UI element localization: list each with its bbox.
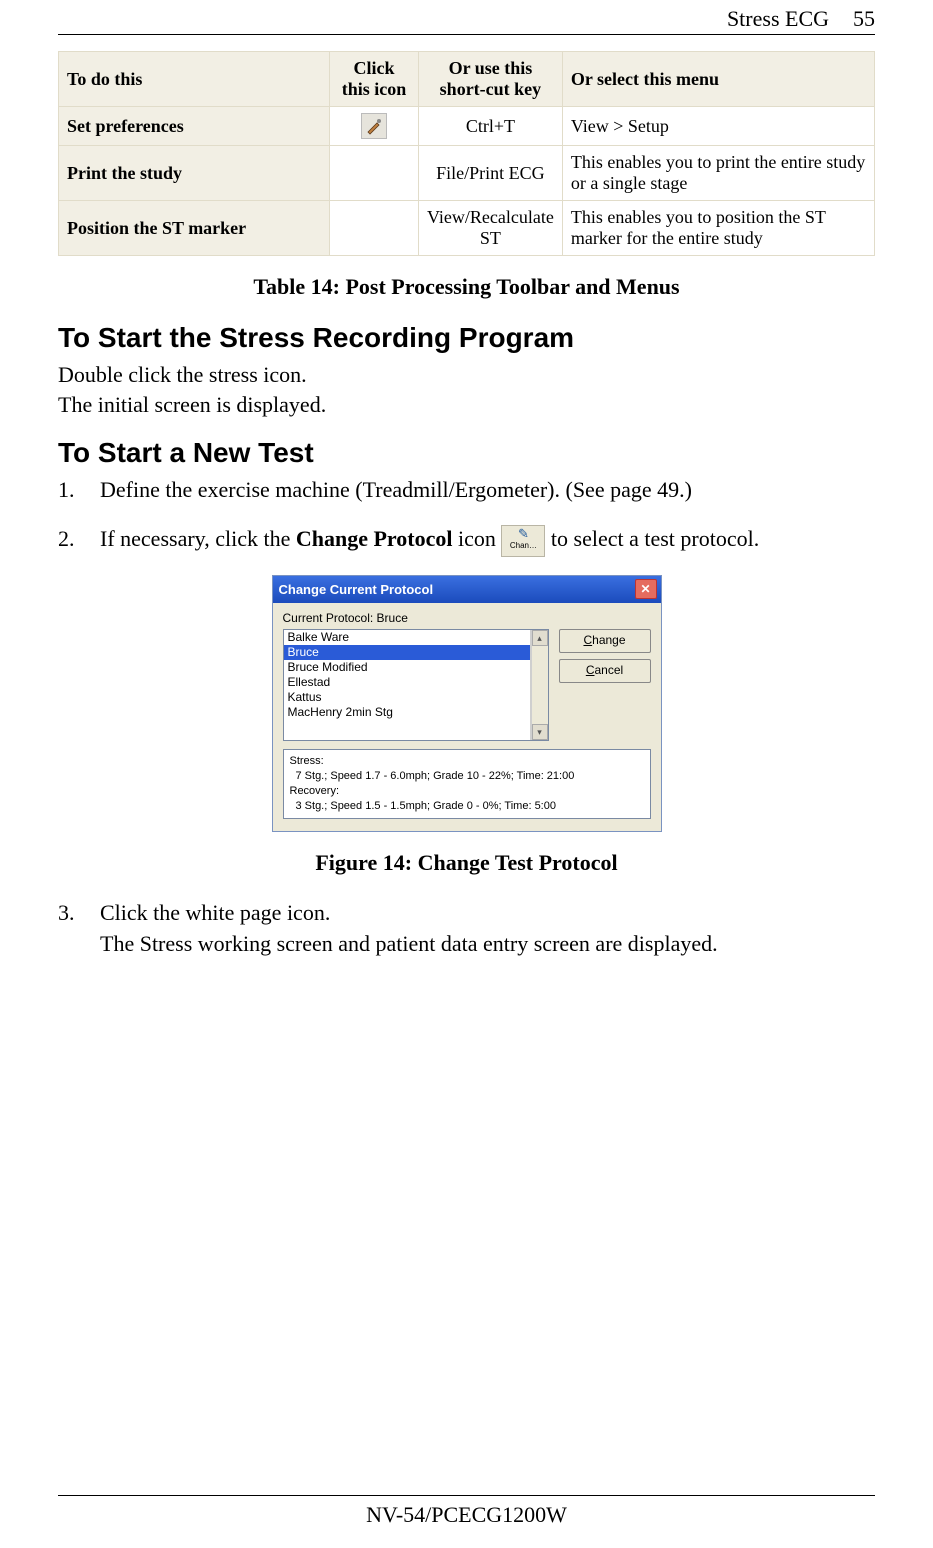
close-icon[interactable]: ✕: [635, 579, 657, 599]
heading-new-test: To Start a New Test: [58, 437, 875, 469]
list-number: 3.: [58, 898, 82, 960]
step2-pre: If necessary, click the: [100, 526, 296, 551]
figure-caption: Figure 14: Change Test Protocol: [58, 850, 875, 876]
info-stress-line: 7 Stg.; Speed 1.7 - 6.0mph; Grade 10 - 2…: [290, 769, 644, 784]
list-item[interactable]: Ellestad: [284, 675, 530, 690]
footer-rule: [58, 1495, 875, 1496]
table-row: Print the study File/Print ECG This enab…: [59, 146, 875, 201]
list-item[interactable]: Bruce: [284, 645, 530, 660]
list-text: If necessary, click the Change Protocol …: [100, 524, 875, 557]
scrollbar[interactable]: ▴ ▾: [531, 630, 548, 740]
change-protocol-label: Chan…: [502, 541, 544, 550]
list-item: 1. Define the exercise machine (Treadmil…: [58, 475, 875, 506]
list-number: 2.: [58, 524, 82, 557]
list-item: 3. Click the white page icon. The Stress…: [58, 898, 875, 960]
list-number: 1.: [58, 475, 82, 506]
dialog-title-text: Change Current Protocol: [279, 582, 434, 597]
ordered-list: 1. Define the exercise machine (Treadmil…: [58, 475, 875, 557]
dialog-button-column: Change Cancel: [559, 629, 651, 683]
list-item: 2. If necessary, click the Change Protoc…: [58, 524, 875, 557]
body-start-program: Double click the stress icon. The initia…: [58, 360, 875, 419]
cancel-button[interactable]: Cancel: [559, 659, 651, 683]
preferences-icon: [361, 113, 387, 139]
list-item[interactable]: Balke Ware: [284, 630, 530, 645]
post-processing-table: To do this Click this icon Or use this s…: [58, 51, 875, 256]
th-shortcut: Or use this short-cut key: [419, 52, 563, 107]
scroll-up-icon[interactable]: ▴: [532, 630, 548, 646]
row-shortcut: View/Recalculate ST: [419, 201, 563, 256]
list-text: Click the white page icon. The Stress wo…: [100, 898, 875, 960]
page-header: Stress ECG 55: [58, 0, 875, 35]
row-label: Print the study: [59, 146, 330, 201]
close-glyph: ✕: [640, 582, 650, 596]
dialog-change-protocol: Change Current Protocol ✕ Current Protoc…: [272, 575, 662, 832]
list-item[interactable]: Kattus: [284, 690, 530, 705]
header-page-number: 55: [853, 6, 875, 32]
scroll-down-icon[interactable]: ▾: [532, 724, 548, 740]
row-label: Set preferences: [59, 107, 330, 146]
th-select-menu: Or select this menu: [562, 52, 874, 107]
change-btn-rest: hange: [592, 633, 625, 647]
heading-start-program: To Start the Stress Recording Program: [58, 322, 875, 354]
table-caption: Table 14: Post Processing Toolbar and Me…: [58, 274, 875, 300]
change-btn-underline: C: [583, 633, 592, 647]
step2-post: to select a test protocol.: [545, 526, 759, 551]
protocol-info: Stress: 7 Stg.; Speed 1.7 - 6.0mph; Grad…: [283, 749, 651, 819]
protocol-listbox[interactable]: Balke Ware Bruce Bruce Modified Ellestad…: [283, 629, 549, 741]
info-recovery-title: Recovery:: [290, 784, 644, 799]
table-header-row: To do this Click this icon Or use this s…: [59, 52, 875, 107]
row-icon-cell: [330, 201, 419, 256]
step2-bold: Change Protocol: [296, 526, 453, 551]
row-shortcut: Ctrl+T: [419, 107, 563, 146]
row-shortcut: File/Print ECG: [419, 146, 563, 201]
protocol-list-inner: Balke Ware Bruce Bruce Modified Ellestad…: [284, 630, 531, 740]
info-stress-title: Stress:: [290, 754, 644, 769]
list-text: Define the exercise machine (Treadmill/E…: [100, 475, 875, 506]
ordered-list-cont: 3. Click the white page icon. The Stress…: [58, 898, 875, 960]
row-menu: This enables you to position the ST mark…: [562, 201, 874, 256]
step2-mid: icon: [453, 526, 502, 551]
current-protocol-label: Current Protocol: Bruce: [283, 611, 651, 625]
row-icon-cell: [330, 146, 419, 201]
change-protocol-glyph: ✎: [502, 527, 544, 541]
header-section: Stress ECG: [727, 6, 829, 32]
table-row: Position the ST marker View/Recalculate …: [59, 201, 875, 256]
dialog-titlebar: Change Current Protocol ✕: [273, 576, 661, 603]
footer-text: NV-54/PCECG1200W: [0, 1502, 933, 1528]
cancel-btn-rest: ancel: [594, 663, 623, 677]
row-label: Position the ST marker: [59, 201, 330, 256]
row-menu: This enables you to print the entire stu…: [562, 146, 874, 201]
table-row: Set preferences Ctrl+T View > Setup: [59, 107, 875, 146]
list-item[interactable]: Bruce Modified: [284, 660, 530, 675]
th-to-do-this: To do this: [59, 52, 330, 107]
dialog-body: Current Protocol: Bruce Balke Ware Bruce…: [273, 603, 661, 831]
th-click-icon: Click this icon: [330, 52, 419, 107]
change-button[interactable]: Change: [559, 629, 651, 653]
change-protocol-icon: ✎Chan…: [501, 525, 545, 557]
info-recovery-line: 3 Stg.; Speed 1.5 - 1.5mph; Grade 0 - 0%…: [290, 799, 644, 814]
row-icon-cell: [330, 107, 419, 146]
row-menu: View > Setup: [562, 107, 874, 146]
figure-change-protocol: Change Current Protocol ✕ Current Protoc…: [272, 575, 662, 832]
list-item[interactable]: MacHenry 2min Stg: [284, 705, 530, 720]
